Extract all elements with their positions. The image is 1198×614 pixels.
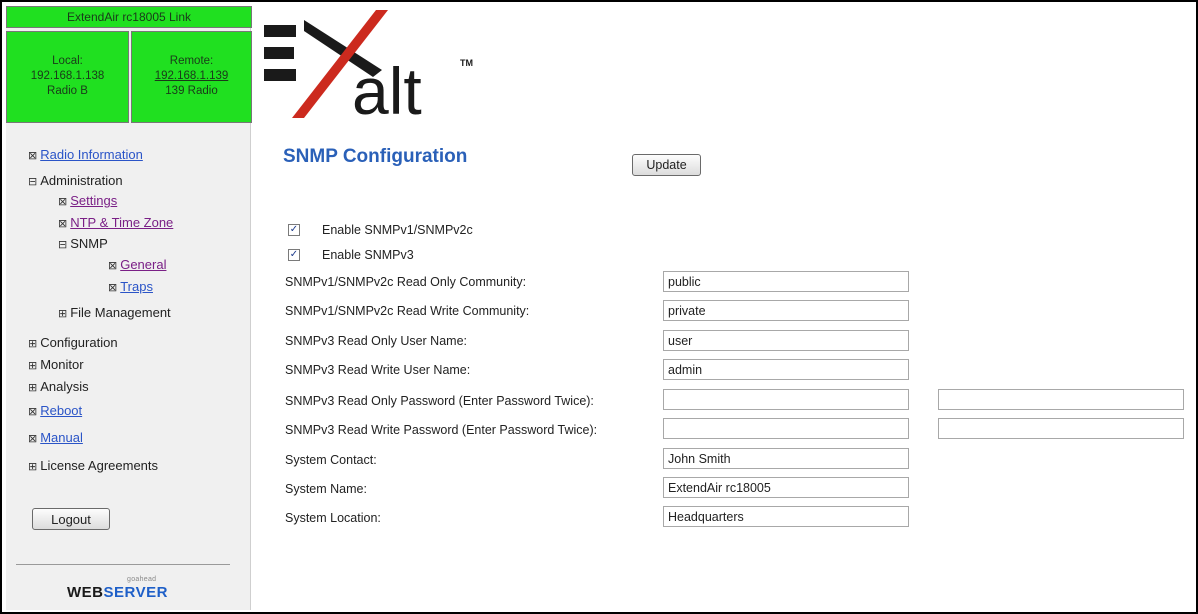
nav-settings[interactable]: ⊠ Settings <box>58 193 117 208</box>
nav-monitor[interactable]: ⊞ Monitor <box>28 357 84 372</box>
ro-community-label: SNMPv1/SNMPv2c Read Only Community: <box>285 275 527 289</box>
webserver-logo-web: WEB <box>67 584 104 601</box>
link-status-panel: ExtendAir rc18005 Link Local: 192.168.1.… <box>6 6 252 124</box>
v3-rw-user-input[interactable] <box>663 359 909 380</box>
webserver-logo: WEBSERVER <box>67 584 168 601</box>
local-radio-cell: Local: 192.168.1.138 Radio B <box>6 31 129 123</box>
expand-icon[interactable]: ⊞ <box>58 307 67 320</box>
nav-analysis-label: Analysis <box>40 379 89 394</box>
leaf-icon: ⊠ <box>108 281 118 294</box>
enable-snmpv3-checkbox[interactable]: ✓ <box>288 249 300 261</box>
nav-license-agreements[interactable]: ⊞ License Agreements <box>28 458 158 473</box>
enable-snmpv1v2c-checkbox[interactable]: ✓ <box>288 224 300 236</box>
link-title: ExtendAir rc18005 Link <box>6 6 252 28</box>
sidebar-divider <box>16 564 230 565</box>
leaf-icon: ⊠ <box>28 432 38 445</box>
system-name-input[interactable] <box>663 477 909 498</box>
update-button[interactable]: Update <box>632 154 701 176</box>
exalt-logo: alt TM <box>264 10 473 128</box>
v3-ro-user-label: SNMPv3 Read Only User Name: <box>285 334 468 348</box>
remote-ip-link[interactable]: 192.168.1.139 <box>155 70 229 82</box>
enable-snmpv1v2c-label: Enable SNMPv1/SNMPv2c <box>322 223 473 237</box>
expand-icon[interactable]: ⊞ <box>28 337 37 350</box>
v3-ro-password-confirm-input[interactable] <box>938 389 1184 410</box>
remote-radio-cell: Remote: 192.168.1.139 139 Radio <box>131 31 252 123</box>
nav-monitor-label: Monitor <box>40 357 84 372</box>
logo-text: alt <box>352 54 422 128</box>
local-ip: 192.168.1.138 <box>30 70 105 82</box>
nav-radio-information-link[interactable]: Radio Information <box>40 147 143 162</box>
collapse-icon[interactable]: ⊟ <box>28 175 37 188</box>
v3-ro-user-input[interactable] <box>663 330 909 351</box>
system-location-label: System Location: <box>285 511 381 525</box>
system-contact-input[interactable] <box>663 448 909 469</box>
rw-community-label: SNMPv1/SNMPv2c Read Write Community: <box>285 304 530 318</box>
v3-rw-user-label: SNMPv3 Read Write User Name: <box>285 363 471 377</box>
rw-community-input[interactable] <box>663 300 909 321</box>
collapse-icon[interactable]: ⊟ <box>58 238 67 251</box>
nav-general-link[interactable]: General <box>120 257 166 272</box>
webserver-tagline: goahead <box>127 576 157 583</box>
nav-administration[interactable]: ⊟ Administration <box>28 173 123 188</box>
enable-snmpv3-label: Enable SNMPv3 <box>322 248 414 262</box>
v3-rw-password-label: SNMPv3 Read Write Password (Enter Passwo… <box>285 423 598 437</box>
nav-reboot-link[interactable]: Reboot <box>40 403 82 418</box>
nav-settings-link[interactable]: Settings <box>70 193 117 208</box>
v3-ro-password-input[interactable] <box>663 389 909 410</box>
nav-file-management-label: File Management <box>70 305 171 320</box>
nav-manual[interactable]: ⊠ Manual <box>28 430 83 445</box>
leaf-icon: ⊠ <box>58 217 68 230</box>
v3-rw-password-confirm-input[interactable] <box>938 418 1184 439</box>
nav-snmp-label: SNMP <box>70 236 108 251</box>
nav-license-label: License Agreements <box>40 458 159 473</box>
system-contact-label: System Contact: <box>285 453 377 467</box>
logout-button[interactable]: Logout <box>32 508 110 530</box>
nav-ntp[interactable]: ⊠ NTP & Time Zone <box>58 215 173 230</box>
local-label: Local: <box>52 55 83 67</box>
leaf-icon: ⊠ <box>28 405 38 418</box>
expand-icon[interactable]: ⊞ <box>28 359 37 372</box>
nav-administration-label: Administration <box>40 173 123 188</box>
ro-community-input[interactable] <box>663 271 909 292</box>
nav-reboot[interactable]: ⊠ Reboot <box>28 403 82 418</box>
nav-snmp[interactable]: ⊟ SNMP <box>58 236 108 251</box>
nav-file-management[interactable]: ⊞ File Management <box>58 305 171 320</box>
nav-snmp-traps[interactable]: ⊠ Traps <box>108 279 153 294</box>
nav-manual-link[interactable]: Manual <box>40 430 83 445</box>
expand-icon[interactable]: ⊞ <box>28 381 37 394</box>
leaf-icon: ⊠ <box>28 149 38 162</box>
local-radio-name: Radio B <box>47 85 88 97</box>
nav-snmp-general[interactable]: ⊠ General <box>108 257 166 272</box>
leaf-icon: ⊠ <box>58 195 68 208</box>
system-location-input[interactable] <box>663 506 909 527</box>
v3-rw-password-input[interactable] <box>663 418 909 439</box>
leaf-icon: ⊠ <box>108 259 118 272</box>
nav-configuration[interactable]: ⊞ Configuration <box>28 335 118 350</box>
expand-icon[interactable]: ⊞ <box>28 460 37 473</box>
v3-ro-password-label: SNMPv3 Read Only Password (Enter Passwor… <box>285 394 594 408</box>
logo-tm: TM <box>460 58 473 68</box>
remote-label: Remote: <box>169 55 214 67</box>
system-name-label: System Name: <box>285 482 367 496</box>
nav-ntp-link[interactable]: NTP & Time Zone <box>70 215 173 230</box>
nav-radio-information[interactable]: ⊠ Radio Information <box>28 147 143 162</box>
remote-radio-name: 139 Radio <box>165 85 218 97</box>
nav-traps-link[interactable]: Traps <box>120 279 153 294</box>
webserver-logo-server: SERVER <box>103 584 168 601</box>
page-title: SNMP Configuration <box>283 146 468 167</box>
browser-frame: ExtendAir rc18005 Link Local: 192.168.1.… <box>0 0 1198 614</box>
nav-analysis[interactable]: ⊞ Analysis <box>28 379 89 394</box>
nav-configuration-label: Configuration <box>40 335 118 350</box>
